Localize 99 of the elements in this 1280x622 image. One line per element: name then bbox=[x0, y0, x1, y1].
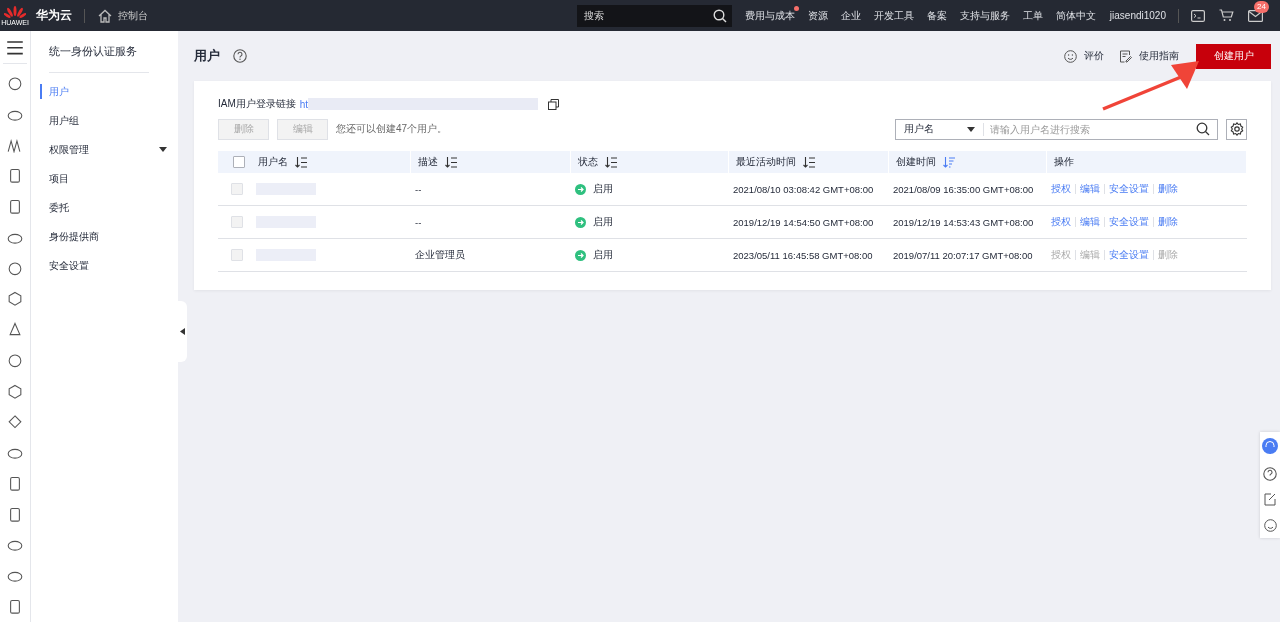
status-text: 启用 bbox=[593, 182, 613, 196]
action-link[interactable]: 安全设置 bbox=[1109, 215, 1149, 229]
cart-icon[interactable] bbox=[1219, 9, 1234, 22]
service-icon[interactable] bbox=[7, 291, 23, 307]
sidebar-item[interactable]: 用户 bbox=[40, 84, 178, 99]
action-link[interactable]: 安全设置 bbox=[1109, 182, 1149, 196]
status-enabled-icon bbox=[575, 216, 586, 228]
column-header[interactable]: 创建时间 bbox=[888, 151, 1046, 173]
action-link[interactable]: 授权 bbox=[1051, 182, 1071, 196]
sort-icon[interactable] bbox=[604, 156, 617, 168]
sidebar-item[interactable]: 权限管理 bbox=[40, 135, 178, 164]
count-badge: 24 bbox=[1254, 0, 1269, 13]
service-icon[interactable] bbox=[7, 260, 23, 277]
sidebar-item[interactable]: 项目 bbox=[40, 164, 178, 193]
rate-link[interactable]: 评价 bbox=[1064, 49, 1104, 63]
service-icon[interactable] bbox=[7, 199, 23, 215]
status-enabled-icon bbox=[575, 249, 586, 261]
search-field[interactable]: 用户名 请输入用户名进行搜索 bbox=[895, 118, 1218, 140]
page-title: 用户 bbox=[194, 47, 220, 65]
status-enabled-icon bbox=[575, 183, 586, 195]
row-checkbox[interactable] bbox=[231, 249, 243, 261]
login-link-label: IAM用户登录链接 bbox=[218, 97, 296, 111]
action-link[interactable]: 授权 bbox=[1051, 215, 1071, 229]
service-icon[interactable] bbox=[7, 414, 23, 430]
menu-icon[interactable] bbox=[7, 41, 23, 55]
nav-link[interactable]: 工单 bbox=[1022, 8, 1043, 23]
status-text: 启用 bbox=[593, 215, 613, 229]
table-cell: 2019/12/19 14:53:43 GMT+08:00 bbox=[893, 216, 1034, 228]
column-header[interactable]: 最近活动时间 bbox=[728, 151, 888, 173]
service-icon[interactable] bbox=[7, 322, 23, 338]
sidebar-item[interactable]: 身份提供商 bbox=[40, 222, 178, 251]
caret-icon bbox=[967, 126, 975, 132]
column-header[interactable]: 操作 bbox=[1046, 151, 1247, 173]
service-icon[interactable] bbox=[7, 168, 23, 184]
column-header[interactable]: 状态 bbox=[570, 151, 728, 173]
edit-icon[interactable] bbox=[1263, 493, 1277, 507]
copy-icon[interactable] bbox=[548, 98, 560, 110]
sort-active-icon[interactable] bbox=[942, 156, 955, 168]
service-icon[interactable] bbox=[7, 506, 23, 523]
service-icon[interactable] bbox=[7, 475, 23, 492]
sidebar-item[interactable]: 委托 bbox=[40, 193, 178, 222]
help-icon[interactable] bbox=[1263, 466, 1277, 481]
nav-link[interactable]: 支持与服务 bbox=[959, 8, 1010, 23]
document-icon bbox=[1119, 49, 1132, 63]
action-link[interactable]: 编辑 bbox=[1080, 215, 1100, 229]
search-icon bbox=[712, 8, 727, 23]
user-name[interactable]: jiasendi1020 bbox=[1109, 10, 1166, 21]
settings-button[interactable] bbox=[1226, 118, 1247, 140]
service-icon[interactable] bbox=[7, 137, 23, 154]
sidebar-title: 统一身份认证服务 bbox=[48, 44, 138, 59]
service-icon[interactable] bbox=[7, 352, 23, 369]
terminal-icon[interactable] bbox=[1191, 9, 1205, 22]
mail-icon[interactable] bbox=[1248, 9, 1263, 22]
action-link[interactable]: 安全设置 bbox=[1109, 248, 1149, 262]
table-cell: 企业管理员 bbox=[415, 248, 465, 260]
nav-link[interactable]: 开发工具 bbox=[873, 8, 914, 23]
action-link[interactable]: 删除 bbox=[1158, 215, 1178, 229]
sidebar-item[interactable]: 安全设置 bbox=[40, 251, 178, 280]
nav-link[interactable]: 简体中文 bbox=[1055, 8, 1096, 23]
search-icon bbox=[1196, 122, 1210, 136]
quota-hint: 您还可以创建47个用户。 bbox=[336, 122, 448, 136]
row-checkbox[interactable] bbox=[231, 183, 243, 195]
service-icon[interactable] bbox=[7, 76, 23, 92]
help-icon[interactable] bbox=[233, 49, 247, 63]
column-header[interactable]: 描述 bbox=[410, 151, 570, 173]
nav-link[interactable]: 企业 bbox=[840, 8, 861, 23]
row-checkbox[interactable] bbox=[231, 216, 243, 228]
table-cell: -- bbox=[415, 183, 422, 195]
service-icon[interactable] bbox=[7, 598, 23, 615]
sort-icon[interactable] bbox=[444, 156, 457, 168]
create-user-button[interactable]: 创建用户 bbox=[1196, 43, 1271, 69]
nav-link[interactable]: 备案 bbox=[926, 8, 947, 23]
nav-link[interactable]: 费用与成本 bbox=[744, 8, 795, 23]
table-cell: 2019/07/11 20:07:17 GMT+08:00 bbox=[893, 249, 1033, 261]
smiley-icon bbox=[1064, 49, 1077, 63]
column-header[interactable]: 用户名 bbox=[218, 151, 410, 173]
table-cell: 2021/08/09 16:35:00 GMT+08:00 bbox=[893, 183, 1034, 195]
action-link[interactable]: 编辑 bbox=[1080, 182, 1100, 196]
headset-icon[interactable] bbox=[1262, 438, 1278, 455]
guide-link[interactable]: 使用指南 bbox=[1119, 49, 1179, 63]
console-link[interactable]: 控制台 bbox=[97, 7, 148, 24]
table-cell: 2019/12/19 14:54:50 GMT+08:00 bbox=[733, 216, 874, 228]
brand-name[interactable]: 华为云 bbox=[36, 7, 72, 24]
sort-icon[interactable] bbox=[295, 156, 307, 168]
collapse-handle[interactable] bbox=[178, 301, 187, 362]
table-cell: 2023/05/11 16:45:58 GMT+08:00 bbox=[733, 249, 873, 261]
status-text: 启用 bbox=[593, 248, 613, 262]
action-link[interactable]: 删除 bbox=[1158, 182, 1178, 196]
nav-link[interactable]: 资源 bbox=[807, 8, 828, 23]
table-cell: 2021/08/10 03:08:42 GMT+08:00 bbox=[733, 183, 874, 195]
smiley-icon[interactable] bbox=[1263, 518, 1277, 532]
service-icon[interactable] bbox=[7, 383, 23, 400]
sidebar-item[interactable]: 用户组 bbox=[40, 106, 178, 135]
table-cell: -- bbox=[415, 216, 422, 228]
search-field[interactable]: 搜索 bbox=[576, 4, 732, 27]
select-all-checkbox[interactable] bbox=[233, 156, 245, 168]
home-icon bbox=[97, 7, 113, 24]
login-link[interactable]: ht bbox=[299, 98, 309, 110]
sort-icon[interactable] bbox=[802, 156, 815, 168]
